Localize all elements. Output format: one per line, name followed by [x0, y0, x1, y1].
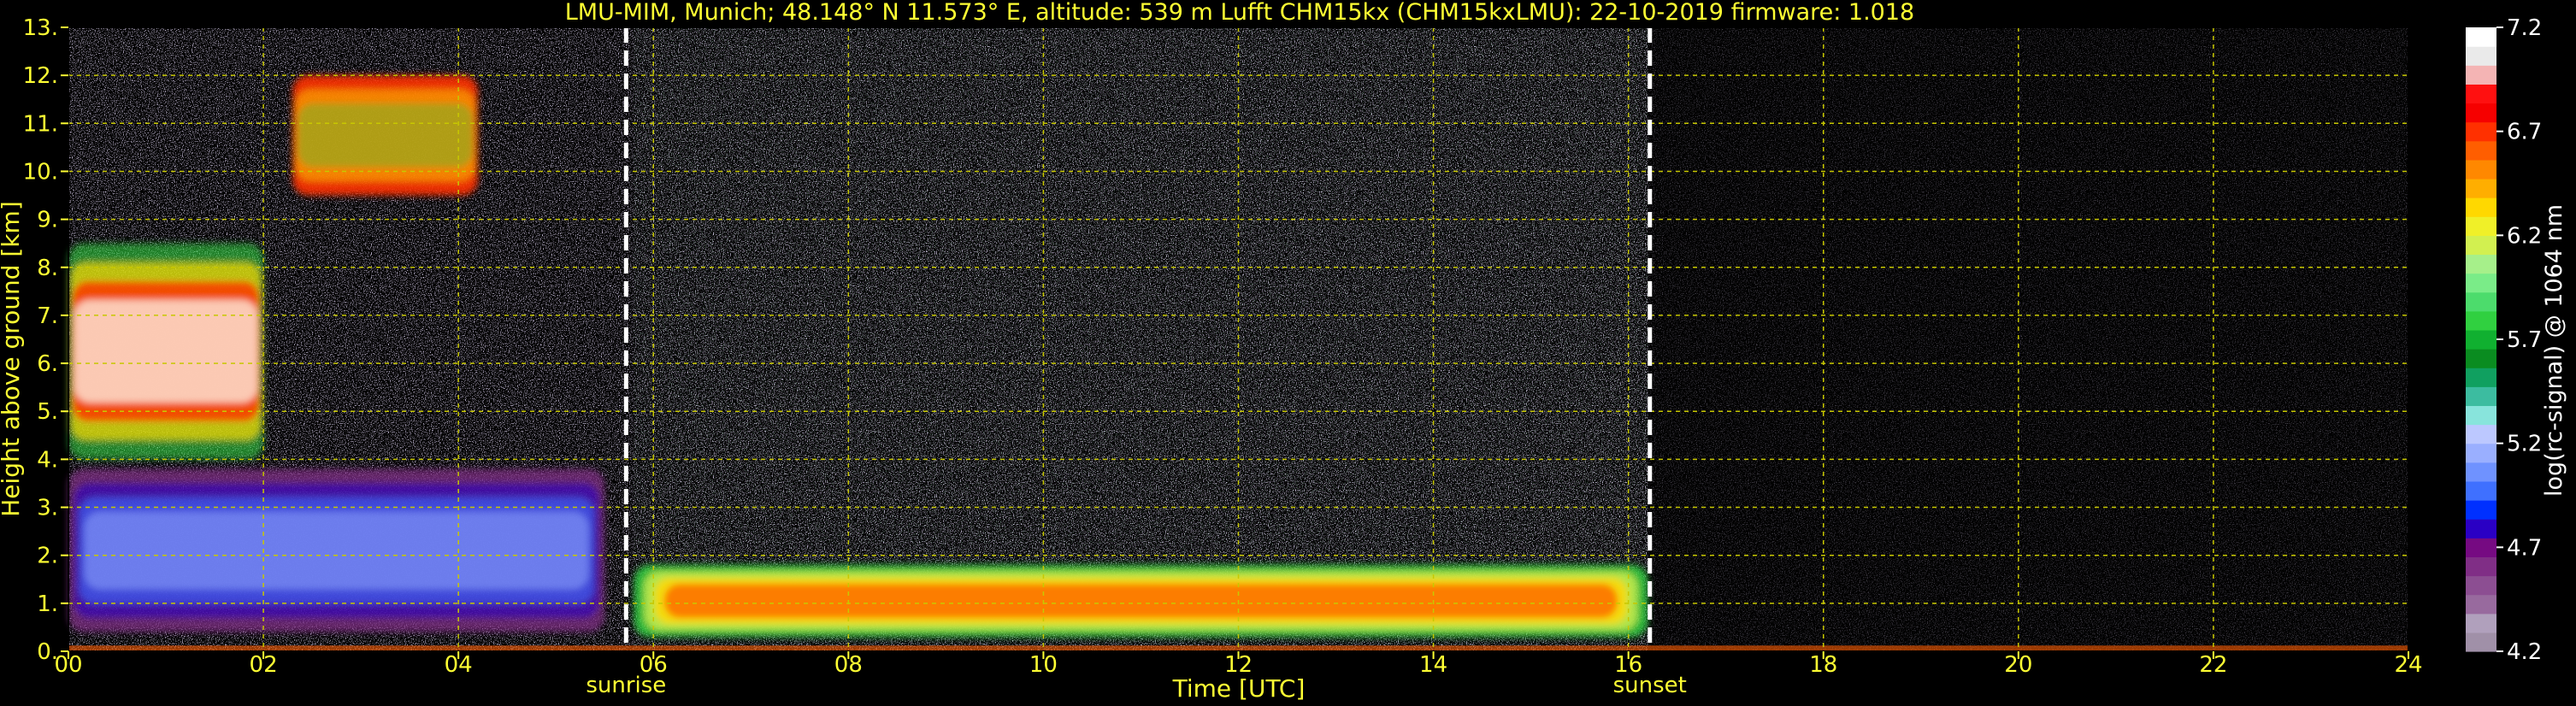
colorbar-segment	[2466, 103, 2496, 123]
y-tick-label: 5.	[37, 399, 58, 425]
colorbar-segment	[2466, 349, 2496, 368]
layer-mid-level-cloud	[68, 243, 264, 460]
sun-label: sunset	[1613, 673, 1687, 698]
x-tick-label: 10	[1029, 652, 1058, 678]
layer-band	[664, 584, 1618, 619]
layer-cirrus	[292, 75, 478, 196]
colorbar-segment	[2466, 65, 2496, 85]
layer-band	[84, 511, 589, 590]
colorbar-tick-label: 6.7	[2507, 120, 2542, 145]
colorbar-tick-label: 5.7	[2507, 327, 2542, 353]
colorbar-segment	[2466, 254, 2496, 274]
colorbar-segment	[2466, 500, 2496, 520]
colorbar-segment	[2466, 575, 2496, 596]
layer-residual-aerosol-layer	[68, 468, 605, 632]
y-axis-ticks: 0. 1. 2. 3. 4. 5. 6. 7. 8. 9. 10. 11. 12. 13.	[23, 15, 68, 665]
colorbar-segment	[2466, 273, 2496, 293]
colorbar-segment	[2466, 310, 2496, 331]
y-tick-label: 13.	[23, 15, 58, 41]
colorbar-segment	[2466, 291, 2496, 312]
x-tick-label: 14	[1419, 652, 1447, 678]
colorbar-segment	[2466, 178, 2496, 198]
y-tick-label: 11.	[23, 111, 58, 137]
x-tick-label: 20	[2004, 652, 2032, 678]
y-tick-label: 10.	[23, 159, 58, 185]
layer-band	[298, 103, 474, 168]
colorbar-segment	[2466, 46, 2496, 66]
colorbar-tick-label: 7.2	[2507, 15, 2542, 41]
colorbar-segment	[2466, 197, 2496, 217]
colorbar-segment	[2466, 632, 2496, 652]
y-tick-label: 12.	[23, 63, 58, 89]
y-tick-label: 2.	[37, 544, 58, 569]
y-tick-label: 4.	[37, 447, 58, 473]
colorbar: 4.2 4.7 5.2 5.7 6.2 6.7 7.2 log(rc-signal) @ 1…	[2466, 15, 2567, 665]
colorbar-segment	[2466, 405, 2496, 426]
chart-title: LMU-MIM, Munich; 48.148° N 11.573° E, al…	[565, 0, 1914, 26]
sun-label: sunrise	[586, 673, 666, 698]
x-tick-label: 08	[834, 652, 863, 678]
plot-area	[68, 26, 2409, 652]
colorbar-segment	[2466, 84, 2496, 104]
colorbar-tick-label: 4.2	[2507, 639, 2542, 665]
colorbar-segment	[2466, 480, 2496, 501]
colorbar-segment	[2466, 462, 2496, 482]
colorbar-segments	[2466, 27, 2496, 652]
ceilometer-figure: LMU-MIM, Munich; 48.148° N 11.573° E, al…	[0, 0, 2567, 703]
colorbar-tick-label: 5.2	[2507, 432, 2542, 457]
y-tick-label: 8.	[37, 256, 58, 281]
x-tick-label: 18	[1809, 652, 1837, 678]
noise-daylight	[634, 27, 1648, 651]
sun-annotations: sunrise sunset	[586, 673, 1687, 698]
colorbar-segment	[2466, 538, 2496, 557]
colorbar-segment	[2466, 424, 2496, 444]
colorbar-segment	[2466, 519, 2496, 538]
colorbar-segment	[2466, 140, 2496, 161]
colorbar-tick-label: 6.2	[2507, 223, 2542, 249]
layer-boundary-layer	[634, 564, 1648, 638]
colorbar-segment	[2466, 613, 2496, 633]
y-tick-label: 7.	[37, 303, 58, 329]
colorbar-segment	[2466, 121, 2496, 142]
colorbar-segment	[2466, 235, 2496, 256]
colorbar-ticks: 4.2 4.7 5.2 5.7 6.2 6.7 7.2	[2496, 15, 2542, 665]
x-tick-label: 22	[2199, 652, 2227, 678]
y-tick-label: 3.	[37, 496, 58, 521]
y-tick-label: 6.	[37, 351, 58, 377]
colorbar-segment	[2466, 159, 2496, 179]
y-axis-label: Height above ground [km]	[0, 201, 25, 517]
x-tick-label: 02	[250, 652, 278, 678]
x-tick-label: 24	[2394, 652, 2422, 678]
y-tick-label: 1.	[37, 591, 58, 617]
colorbar-segment	[2466, 556, 2496, 577]
colorbar-label: log(rc-signal) @ 1064 nm	[2541, 204, 2567, 497]
noise-night	[1648, 27, 2408, 651]
colorbar-segment	[2466, 368, 2496, 387]
colorbar-segment	[2466, 27, 2496, 47]
colorbar-segment	[2466, 329, 2496, 350]
colorbar-segment	[2466, 443, 2496, 463]
colorbar-tick-label: 4.7	[2507, 535, 2542, 561]
colorbar-segment	[2466, 386, 2496, 407]
colorbar-segment	[2466, 594, 2496, 615]
x-tick-label: 00	[54, 652, 82, 678]
y-tick-label: 9.	[37, 208, 58, 233]
y-tick-label: 0.	[37, 639, 58, 665]
colorbar-segment	[2466, 216, 2496, 236]
x-axis-label: Time [UTC]	[1172, 674, 1306, 703]
x-tick-label: 04	[445, 652, 473, 678]
